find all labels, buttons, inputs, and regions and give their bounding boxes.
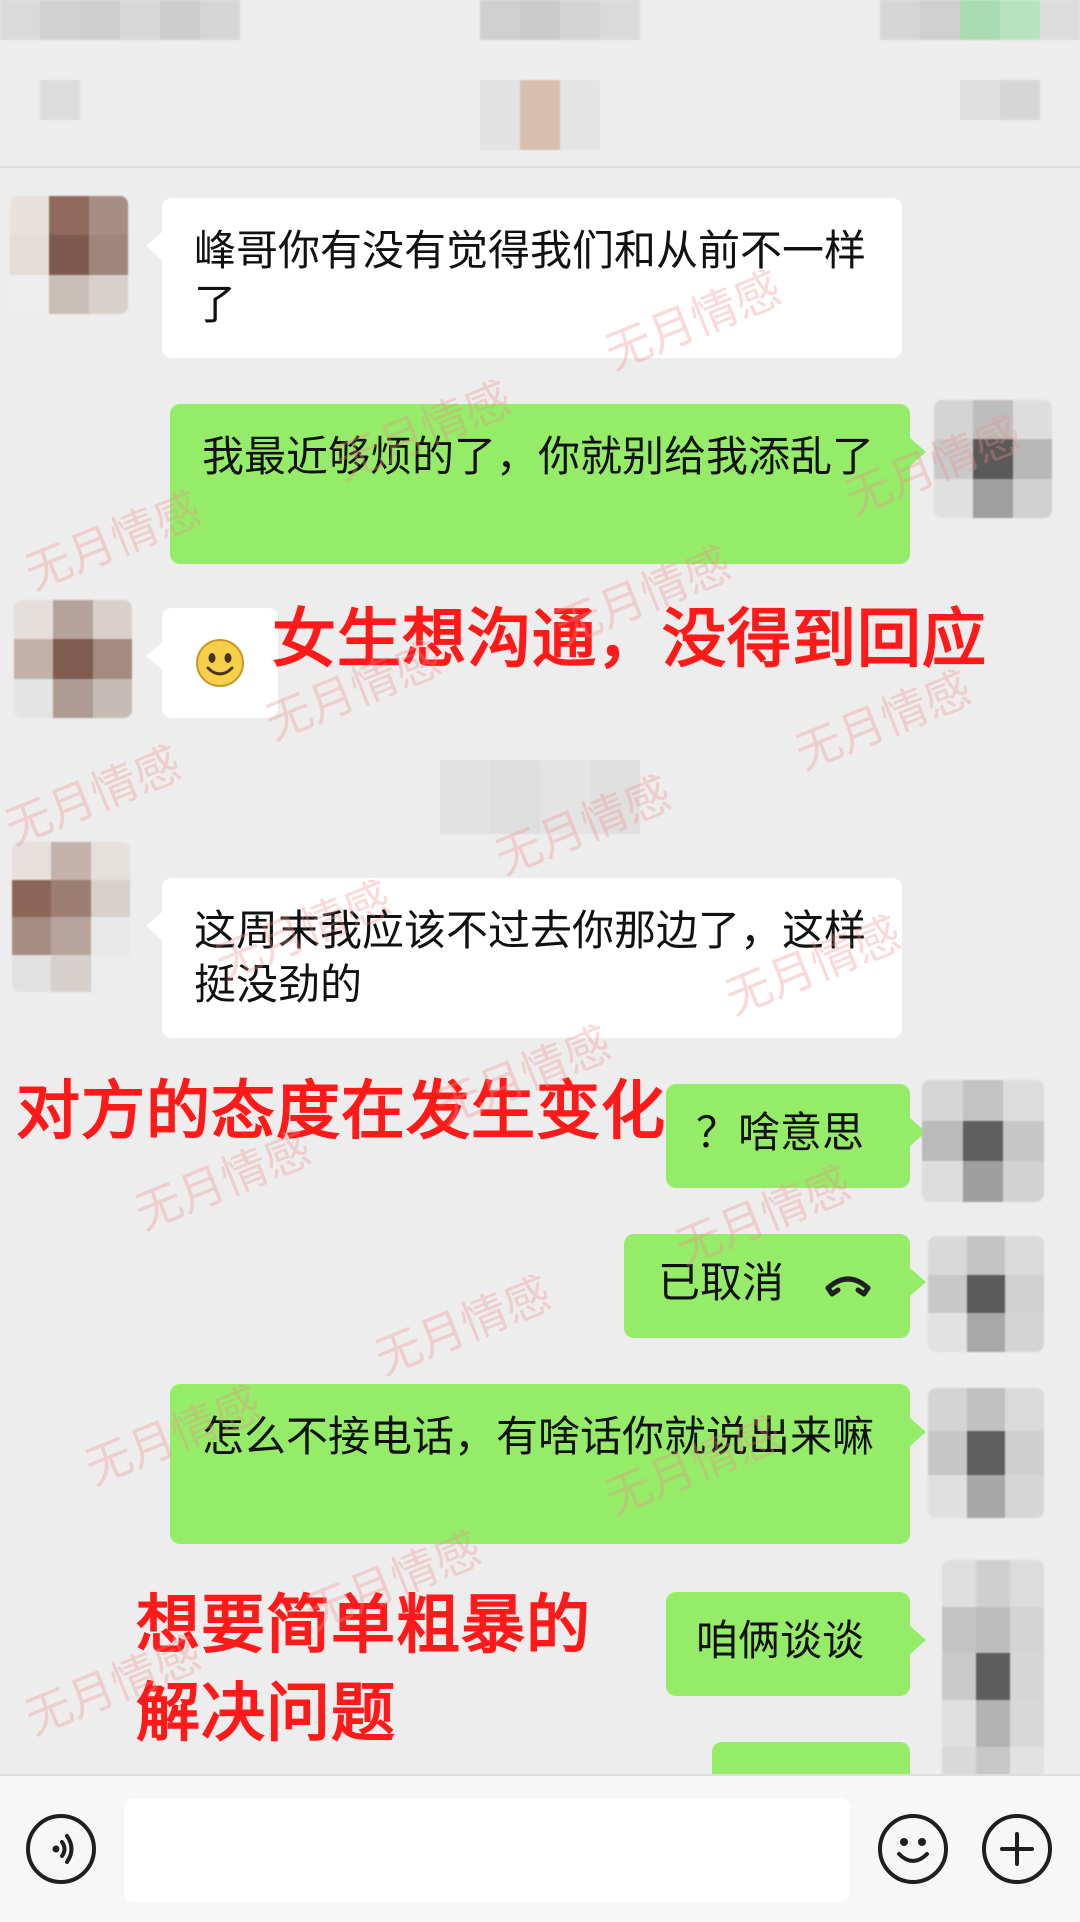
chat-header bbox=[0, 0, 1080, 168]
input-bar bbox=[0, 1774, 1080, 1922]
redacted-back-button[interactable] bbox=[40, 80, 80, 120]
redacted-timestamp bbox=[440, 760, 640, 834]
contact-avatar[interactable] bbox=[12, 842, 130, 992]
message-bubble-outgoing[interactable]: 咱俩谈谈 bbox=[666, 1592, 926, 1696]
smiley-emoji-icon bbox=[196, 639, 244, 687]
message-text: 怎么不接电话，有啥话你就说出来嘛 bbox=[202, 1412, 875, 1461]
redacted-status-bar bbox=[0, 0, 240, 40]
message-bubble-incoming[interactable]: 这周末我应该不过去你那边了，这样挺没劲的 bbox=[146, 878, 902, 1038]
my-avatar[interactable] bbox=[934, 400, 1052, 518]
emoji-icon bbox=[897, 1838, 929, 1863]
watermark: 无月情感 bbox=[367, 1266, 559, 1386]
annotation-simple-solution-line2: 解决问题 bbox=[136, 1677, 396, 1751]
message-bubble-incoming[interactable]: 峰哥你有没有觉得我们和从前不一样了 bbox=[146, 198, 902, 358]
more-functions-button[interactable] bbox=[982, 1814, 1052, 1884]
message-bubble-outgoing[interactable]: 我最近够烦的了，你就别给我添乱了 bbox=[170, 404, 926, 564]
voice-button[interactable] bbox=[26, 1814, 96, 1884]
message-text: 峰哥你有没有觉得我们和从前不一样了 bbox=[194, 226, 867, 329]
watermark: 无月情感 bbox=[0, 736, 189, 856]
message-text: ？啥意思 bbox=[696, 1108, 865, 1157]
message-text: 咱俩谈谈 bbox=[696, 1616, 865, 1665]
annotation-no-response: 女生想沟通，没得到回应 bbox=[272, 603, 987, 677]
emoji-button[interactable] bbox=[878, 1814, 948, 1884]
redacted-status-center bbox=[480, 0, 640, 40]
redacted-status-right bbox=[880, 0, 1080, 40]
redacted-chat-title bbox=[480, 80, 600, 150]
message-text: 这周末我应该不过去你那边了，这样挺没劲的 bbox=[194, 906, 867, 1009]
contact-avatar[interactable] bbox=[14, 600, 132, 718]
annotation-simple-solution-line1: 想要简单粗暴的 bbox=[136, 1589, 591, 1663]
message-bubble-incoming-emoji[interactable] bbox=[146, 608, 278, 718]
my-avatar[interactable] bbox=[928, 1388, 1044, 1518]
message-bubble-outgoing[interactable]: ？啥意思 bbox=[666, 1084, 926, 1188]
redacted-more-button[interactable] bbox=[960, 80, 1040, 120]
chat-screen: 峰哥你有没有觉得我们和从前不一样了 我最近够烦的了，你就别给我添乱了 女生想沟通… bbox=[0, 0, 1080, 1922]
call-status-text: 已取消 bbox=[658, 1258, 785, 1307]
call-record-row: 已取消 bbox=[658, 1256, 876, 1310]
plus-icon bbox=[1000, 1832, 1034, 1866]
my-avatar[interactable] bbox=[928, 1236, 1044, 1352]
message-bubble-outgoing-partial[interactable] bbox=[712, 1742, 910, 1774]
voice-icon bbox=[52, 1834, 74, 1864]
phone-hangup-icon bbox=[825, 1276, 871, 1297]
call-record-bubble[interactable]: 已取消 bbox=[624, 1234, 926, 1338]
my-avatar[interactable] bbox=[922, 1080, 1044, 1202]
message-text: 我最近够烦的了，你就别给我添乱了 bbox=[202, 432, 875, 481]
annotation-attitude-change: 对方的态度在发生变化 bbox=[16, 1075, 666, 1149]
contact-avatar[interactable] bbox=[10, 196, 128, 314]
message-input[interactable] bbox=[124, 1798, 850, 1902]
message-bubble-outgoing[interactable]: 怎么不接电话，有啥话你就说出来嘛 bbox=[170, 1384, 926, 1544]
